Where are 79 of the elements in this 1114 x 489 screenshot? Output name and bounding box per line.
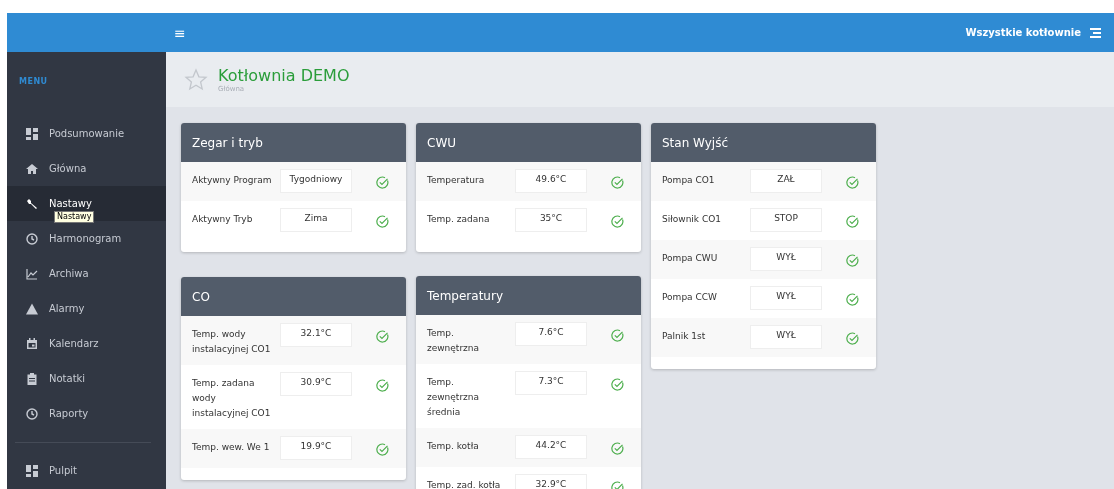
check-circle-icon (611, 442, 624, 455)
value-field: WYŁ (750, 247, 822, 271)
clipboard-icon (26, 372, 38, 385)
value-field: Tygodniowy (280, 169, 352, 193)
panel-title: CO (192, 289, 210, 304)
value-field: 30.9°C (280, 372, 352, 396)
parameter-label: Aktywny Tryb (192, 213, 254, 226)
sidebar-item[interactable]: Kalendarz (7, 326, 166, 361)
panel-title: CWU (427, 135, 457, 150)
star-icon[interactable] (184, 67, 208, 92)
check-circle-icon (611, 378, 624, 391)
parameter-label: Temp. wew. We 1 (192, 441, 271, 454)
clock-icon (26, 232, 38, 245)
parameter-label: Temp. zewnętrzna (427, 327, 481, 355)
value-field: WYŁ (750, 286, 822, 310)
parameter-label: Pompa CWU (662, 252, 719, 265)
panel-title: Zegar i tryb (192, 135, 263, 150)
check-circle-icon (611, 176, 624, 189)
parameter-label: Pompa CO1 (662, 174, 716, 187)
parameter-label: Siłownik CO1 (662, 213, 722, 226)
parameter-label: Palnik 1st (662, 330, 707, 343)
panel-title: Temperatury (427, 288, 503, 303)
page-title: Kotłownia DEMO (218, 66, 350, 85)
menu-heading: MENU (18, 76, 49, 88)
check-circle-icon (611, 215, 624, 228)
panel-title: Stan Wyjść (662, 135, 729, 150)
value-field: 49.6°C (515, 169, 587, 193)
parameter-label: Pompa CCW (662, 291, 718, 304)
sidebar-item[interactable]: Notatki (7, 361, 166, 396)
warning-icon (26, 302, 38, 315)
sidebar-item[interactable]: Główna (7, 151, 166, 186)
home-icon (26, 162, 38, 175)
calendar-icon (26, 337, 38, 350)
value-field: 19.9°C (280, 436, 352, 460)
parameter-label: Aktywny Program (192, 174, 272, 187)
check-circle-icon (846, 332, 859, 345)
sidebar-item[interactable]: Alarmy (7, 291, 166, 326)
parameter-label: Temp. zewnętrzna średnia (427, 376, 481, 419)
sidebar-item[interactable]: Archiwa (7, 256, 166, 291)
parameter-label: Temp. wody instalacyjnej CO1 (192, 328, 272, 356)
check-circle-icon (846, 215, 859, 228)
grid-icon (26, 464, 38, 477)
sidebar-item[interactable]: Harmonogram (7, 221, 166, 256)
sidebar-item[interactable]: Podsumowanie (7, 116, 166, 151)
parameter-label: Temp. zadana wody instalacyjnej CO1 (192, 377, 272, 420)
value-field: 35°C (515, 208, 587, 232)
value-field: ZAŁ (750, 169, 822, 193)
grid-icon (26, 127, 38, 140)
check-circle-icon (376, 379, 389, 392)
check-circle-icon (846, 254, 859, 267)
check-circle-icon (846, 293, 859, 306)
sidebar-item[interactable]: Pulpit (7, 453, 166, 488)
chart-icon (26, 267, 38, 280)
check-circle-icon (376, 443, 389, 456)
tooltip: Nastawy (54, 211, 95, 223)
menu-icon[interactable]: ≡ (174, 24, 186, 41)
value-field: 32.1°C (280, 323, 352, 347)
parameter-label: Temp. zadana (427, 213, 491, 226)
parameter-label: Temp. zad. kotła (427, 479, 502, 489)
parameter-label: Temp. kotła (427, 440, 480, 453)
check-circle-icon (376, 215, 389, 228)
wrench-icon (26, 197, 38, 210)
value-field: Zima (280, 208, 352, 232)
value-field: 7.6°C (515, 322, 587, 346)
value-field: 32.9°C (515, 474, 587, 489)
sidebar-item[interactable]: Nastawy Nastawy (7, 186, 166, 221)
value-field: WYŁ (750, 325, 822, 349)
value-field: STOP (750, 208, 822, 232)
value-field: 44.2°C (515, 435, 587, 459)
check-circle-icon (611, 329, 624, 342)
check-circle-icon (376, 330, 389, 343)
check-circle-icon (376, 176, 389, 189)
clock-icon (26, 407, 38, 420)
sidebar-item[interactable]: Raporty (7, 396, 166, 431)
parameter-label: Temperatura (427, 174, 486, 187)
value-field: 7.3°C (515, 371, 587, 395)
check-circle-icon (846, 176, 859, 189)
boiler-rooms-link[interactable]: Wszystkie kotłownie (965, 27, 1081, 38)
list-icon[interactable] (1090, 27, 1101, 38)
